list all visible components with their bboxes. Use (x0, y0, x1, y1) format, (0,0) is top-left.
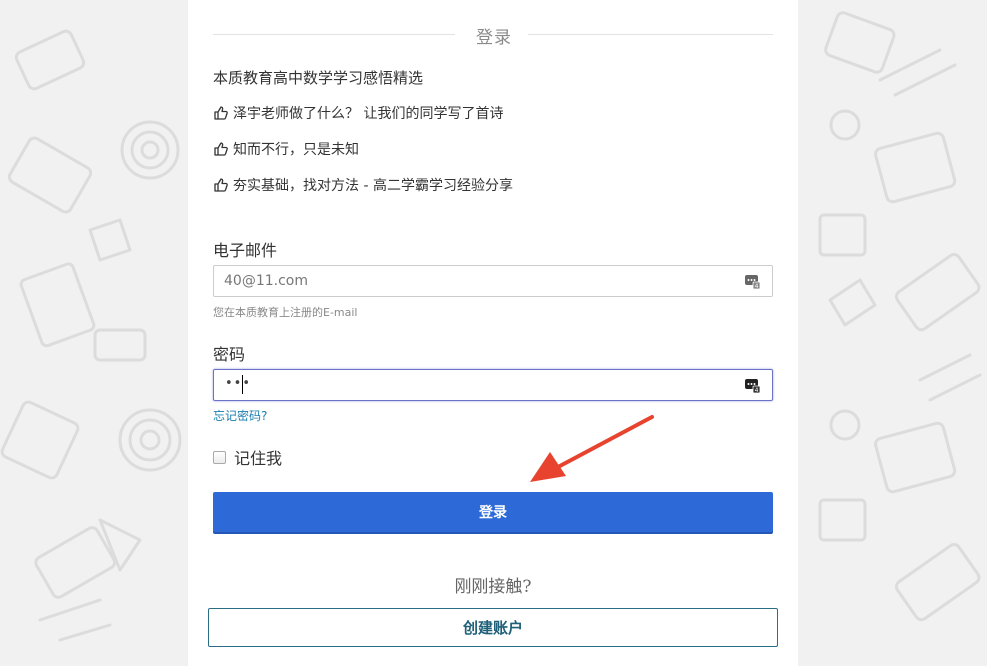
heading-divider-right (528, 34, 773, 35)
remember-me-checkbox[interactable] (213, 450, 226, 464)
login-button[interactable]: 登录 (213, 492, 773, 532)
email-help-text: 您在本质教育上注册的E-mail (213, 306, 358, 319)
svg-text:4: 4 (755, 387, 759, 394)
remember-me-row: 记住我 (213, 445, 282, 469)
login-heading: 登录 (476, 28, 512, 48)
email-label: 电子邮件 (213, 241, 278, 260)
thumbs-up-icon (214, 106, 228, 120)
text-caret (242, 375, 243, 394)
email-input-box: 4 (213, 265, 773, 297)
create-account-button[interactable]: 创建账户 (208, 608, 778, 647)
password-masked-value: ••• (225, 376, 252, 391)
heading-divider-left (213, 34, 455, 35)
featured-link-text: 夯实基础，找对方法 - 高二学霸学习经验分享 (233, 178, 513, 194)
thumbs-up-icon (214, 142, 228, 156)
svg-text:4: 4 (755, 283, 759, 290)
annotation-arrow-icon (530, 415, 654, 482)
signup-prompt: 刚刚接触? (454, 577, 532, 597)
featured-link-2[interactable]: 知而不行，只是未知 (213, 139, 359, 159)
password-label: 密码 (213, 345, 246, 364)
login-panel (188, 0, 798, 666)
featured-link-text: 泽宇老师做了什么？ 让我们的同学写了首诗 (233, 106, 504, 122)
thumbs-up-icon (214, 178, 228, 192)
forgot-password-link[interactable]: 忘记密码? (213, 407, 267, 424)
featured-link-3[interactable]: 夯实基础，找对方法 - 高二学霸学习经验分享 (213, 175, 513, 195)
featured-link-1[interactable]: 泽宇老师做了什么？ 让我们的同学写了首诗 (213, 103, 503, 123)
email-input[interactable] (224, 266, 734, 296)
keepass-icon[interactable]: 4 (744, 377, 761, 394)
password-input[interactable]: ••• 4 (213, 369, 773, 401)
featured-link-text: 知而不行，只是未知 (233, 142, 359, 158)
keepass-icon[interactable]: 4 (744, 273, 761, 290)
featured-title: 本质教育高中数学学习感悟精选 (213, 69, 424, 87)
remember-me-label[interactable]: 记住我 (234, 445, 282, 469)
